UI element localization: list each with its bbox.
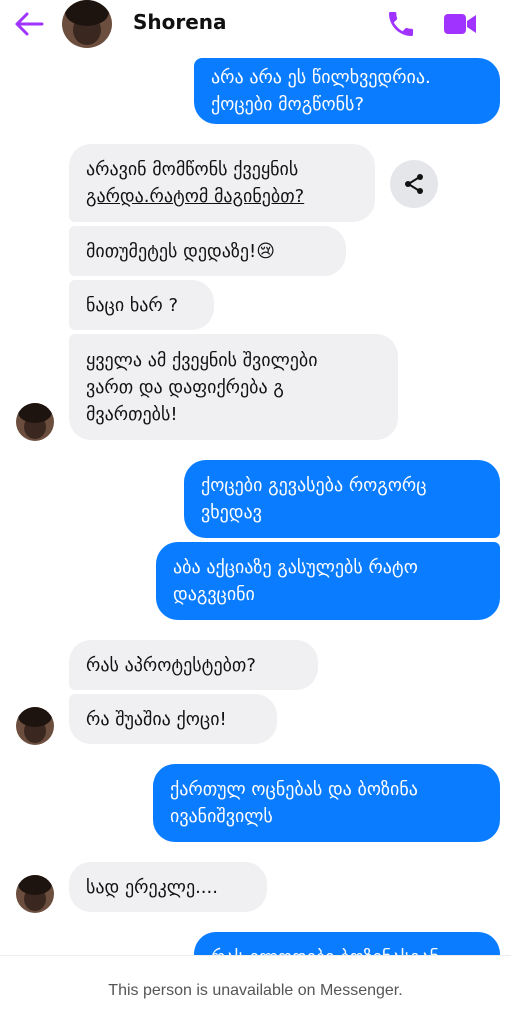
message-line: არა არა ეს წილხვედრია. [211, 67, 431, 88]
share-icon[interactable] [390, 160, 438, 208]
incoming-message[interactable]: რა შუაშია ქოცი! [69, 694, 277, 744]
back-arrow-icon[interactable] [12, 10, 46, 38]
message-line: მითუმეტეს დედაზე!😢 [86, 240, 275, 262]
message-line: მვართებს! [86, 403, 178, 425]
outgoing-message[interactable]: ქართულ ოცნებას და ბოზინა ივანიშვილს [153, 764, 500, 842]
message-line: ქართულ ოცნებას და ბოზინა [170, 779, 418, 800]
message-line: ყველა ამ ქვეყნის შვილები [86, 349, 318, 371]
incoming-message[interactable]: არავინ მომწონს ქვეყნის გარდა.რატომ მაგინ… [69, 144, 375, 222]
contact-avatar-small[interactable] [16, 403, 54, 441]
contact-avatar-small[interactable] [16, 875, 54, 913]
incoming-message[interactable]: რას აპროტესტებთ? [69, 640, 318, 690]
message-line: ნაცი ხარ ? [86, 294, 179, 316]
message-line: დაგვცინი [173, 584, 255, 605]
message-line: აბა აქციაზე გასულებს რატო [173, 557, 418, 578]
video-camera-icon[interactable] [442, 8, 478, 40]
unavailable-notice: This person is unavailable on Messenger. [108, 982, 403, 999]
phone-icon[interactable] [384, 8, 418, 40]
message-line: არავინ მომწონს ქვეყნის [86, 159, 299, 180]
contact-name[interactable]: Shorena [133, 10, 227, 34]
message-line: რას აპროტესტებთ? [86, 654, 256, 676]
message-line: ივანიშვილს [170, 806, 273, 827]
message-line: ვხედავ [201, 502, 262, 523]
unavailable-footer: This person is unavailable on Messenger. [0, 955, 511, 1024]
message-line: რა შუაშია ქოცი! [86, 708, 227, 730]
chat-header: Shorena [0, 0, 511, 52]
incoming-message[interactable]: ყველა ამ ქვეყნის შვილები ვართ და დაფიქრე… [69, 334, 398, 440]
outgoing-message[interactable]: რას ელოდები ბოზინასგან [194, 932, 500, 955]
message-line: ვართ და დაფიქრება გ [86, 376, 284, 398]
contact-avatar-small[interactable] [16, 707, 54, 745]
contact-avatar[interactable] [62, 0, 112, 48]
message-line: გარდა.რატომ მაგინებთ? [86, 186, 305, 207]
message-line: რას ელოდები ბოზინასგან [211, 944, 483, 955]
message-line: სად ერეკლე.... [86, 876, 218, 898]
message-line: ქოცები გევასება როგორც [201, 475, 427, 496]
outgoing-message[interactable]: ქოცები გევასება როგორც ვხედავ [184, 460, 500, 538]
incoming-message[interactable]: სად ერეკლე.... [69, 862, 267, 912]
message-line: ქოცები მოგწონს? [211, 94, 364, 115]
incoming-message[interactable]: მითუმეტეს დედაზე!😢 [69, 226, 346, 276]
message-list[interactable]: არა არა ეს წილხვედრია. ქოცები მოგწონს? ა… [0, 52, 511, 955]
outgoing-message[interactable]: არა არა ეს წილხვედრია. ქოცები მოგწონს? [194, 58, 500, 124]
outgoing-message[interactable]: აბა აქციაზე გასულებს რატო დაგვცინი [156, 542, 500, 620]
incoming-message[interactable]: ნაცი ხარ ? [69, 280, 214, 330]
